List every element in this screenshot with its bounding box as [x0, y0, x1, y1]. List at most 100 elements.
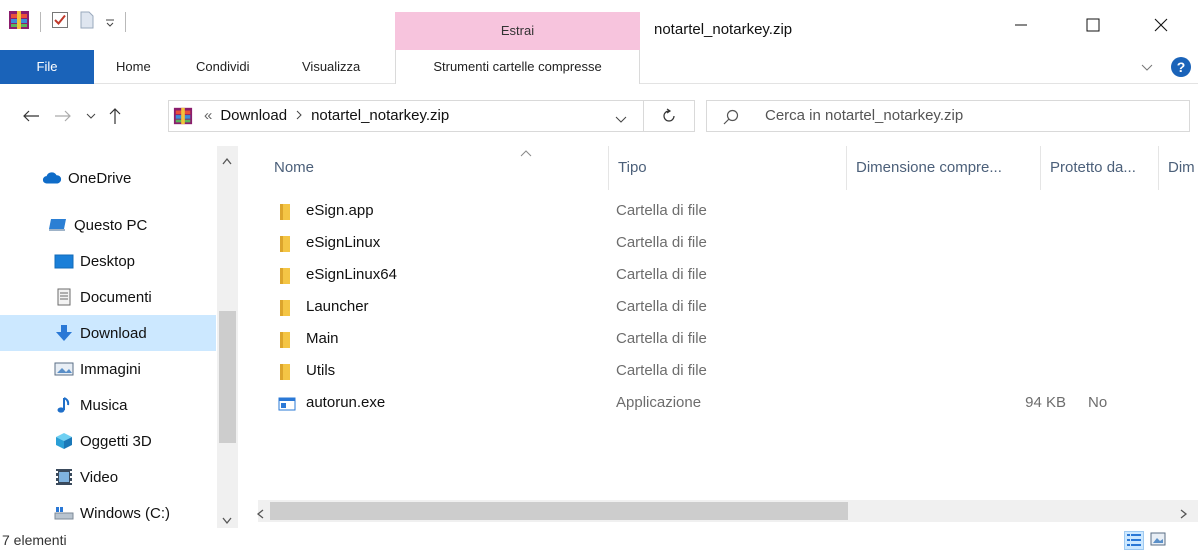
cloud-icon	[42, 168, 62, 188]
drive-icon	[54, 503, 74, 523]
breadcrumb-download[interactable]: Download	[220, 107, 287, 124]
help-icon[interactable]: ?	[1170, 56, 1192, 82]
new-folder-icon[interactable]	[79, 11, 95, 33]
item-count: 7 elementi	[2, 532, 67, 548]
application-icon	[278, 395, 296, 413]
maximize-button[interactable]	[1070, 10, 1116, 40]
properties-check-icon[interactable]	[51, 11, 69, 33]
sidebar-item-pictures[interactable]: Immagini	[0, 351, 216, 387]
minimize-button[interactable]	[998, 10, 1044, 40]
column-header-protected[interactable]: Protetto da...	[1042, 146, 1158, 190]
close-button[interactable]	[1138, 10, 1184, 40]
winrar-archive-icon	[173, 106, 193, 130]
address-history-chevron-icon[interactable]	[615, 111, 627, 128]
file-name: Launcher	[306, 298, 369, 315]
window-title: notartel_notarkey.zip	[654, 21, 793, 38]
file-name: eSignLinux64	[306, 266, 397, 283]
address-bar[interactable]: « Download notartel_notarkey.zip	[168, 100, 644, 132]
sidebar-item-3d-objects[interactable]: Oggetti 3D	[0, 423, 216, 459]
file-row[interactable]: eSignLinux Cartella di file	[268, 228, 1198, 260]
horizontal-scrollbar[interactable]	[256, 500, 1198, 523]
address-row: « Download notartel_notarkey.zip Cerca i…	[0, 84, 1198, 146]
cube-icon	[54, 431, 74, 451]
toolbar-separator	[40, 12, 41, 32]
winrar-icon[interactable]	[8, 9, 30, 35]
folder-icon	[278, 203, 296, 221]
tab-view[interactable]: Visualizza	[290, 50, 372, 84]
file-row[interactable]: Utils Cartella di file	[268, 356, 1198, 388]
sidebar-item-label: Immagini	[80, 360, 141, 378]
column-divider[interactable]	[846, 146, 847, 190]
scroll-left-arrow-icon[interactable]	[256, 506, 264, 523]
forward-button[interactable]	[52, 105, 74, 127]
file-row[interactable]: autorun.exe Applicazione 94 KB No	[268, 388, 1198, 420]
scroll-right-arrow-icon[interactable]	[1180, 506, 1188, 523]
ribbon-expand-chevron-icon[interactable]	[1140, 60, 1154, 78]
sidebar-item-download[interactable]: Download	[0, 315, 216, 351]
refresh-button[interactable]	[644, 100, 695, 132]
file-row[interactable]: eSignLinux64 Cartella di file	[268, 260, 1198, 292]
file-name: eSignLinux	[306, 234, 381, 251]
breadcrumb-separator-icon[interactable]	[295, 107, 303, 124]
context-tab-group: Estrai	[395, 12, 640, 50]
horizontal-scroll-thumb[interactable]	[270, 502, 848, 520]
tab-home[interactable]: Home	[104, 50, 163, 84]
sidebar-item-onedrive[interactable]: OneDrive	[0, 160, 216, 196]
download-icon	[54, 323, 74, 343]
recent-locations-chevron-icon[interactable]	[80, 105, 102, 127]
details-view-icon	[1127, 533, 1141, 549]
desktop-icon	[54, 251, 74, 271]
svg-text:?: ?	[1177, 59, 1186, 75]
tab-compressed-folder-tools[interactable]: Strumenti cartelle compresse	[395, 50, 640, 84]
file-name: eSign.app	[306, 202, 374, 219]
sidebar-item-music[interactable]: Musica	[0, 387, 216, 423]
scroll-up-arrow-icon[interactable]	[222, 152, 232, 169]
status-bar: 7 elementi	[0, 528, 1198, 552]
folder-icon	[278, 235, 296, 253]
sidebar-item-windows-drive[interactable]: Windows (C:)	[0, 495, 216, 531]
file-row[interactable]: Main Cartella di file	[268, 324, 1198, 356]
file-type: Cartella di file	[616, 330, 707, 347]
quick-access-toolbar	[8, 10, 132, 34]
sidebar-scrollbar[interactable]	[217, 146, 238, 528]
sidebar-item-label: Download	[80, 324, 147, 342]
music-icon	[54, 395, 74, 415]
file-row[interactable]: Launcher Cartella di file	[268, 292, 1198, 324]
tab-share[interactable]: Condividi	[184, 50, 261, 84]
large-icons-view-button[interactable]	[1148, 531, 1168, 550]
pictures-icon	[54, 359, 74, 379]
sidebar-item-documents[interactable]: Documenti	[0, 279, 216, 315]
file-row[interactable]: eSign.app Cartella di file	[268, 196, 1198, 228]
column-divider[interactable]	[608, 146, 609, 190]
customize-toolbar-chevron-icon[interactable]	[105, 14, 115, 31]
sidebar-item-video[interactable]: Video	[0, 459, 216, 495]
sidebar-item-this-pc[interactable]: Questo PC	[0, 207, 216, 243]
up-button[interactable]	[104, 105, 126, 127]
file-name: Main	[306, 330, 339, 347]
large-icons-view-icon	[1150, 532, 1166, 549]
folder-icon	[278, 267, 296, 285]
column-divider[interactable]	[1158, 146, 1159, 190]
sidebar-item-desktop[interactable]: Desktop	[0, 243, 216, 279]
breadcrumb: « Download notartel_notarkey.zip	[204, 107, 449, 124]
breadcrumb-archive[interactable]: notartel_notarkey.zip	[311, 107, 449, 124]
column-header-name[interactable]: Nome	[266, 146, 608, 190]
sidebar-item-label: OneDrive	[68, 169, 132, 187]
file-name: Utils	[306, 362, 336, 379]
title-bar: Estrai notartel_notarkey.zip	[0, 0, 1198, 50]
sidebar-item-label: Documenti	[80, 288, 152, 306]
details-view-button[interactable]	[1124, 531, 1144, 550]
scroll-down-arrow-icon[interactable]	[222, 512, 232, 529]
folder-icon	[278, 299, 296, 317]
sidebar-scroll-thumb[interactable]	[219, 311, 236, 443]
file-type: Cartella di file	[616, 298, 707, 315]
column-divider[interactable]	[1040, 146, 1041, 190]
breadcrumb-overflow[interactable]: «	[204, 107, 212, 124]
ribbon-tabs: File Home Condividi Visualizza Strumenti…	[0, 50, 1198, 84]
column-header-compressed-size[interactable]: Dimensione compre...	[848, 146, 1040, 190]
tab-file[interactable]: File	[0, 50, 94, 84]
column-header-type[interactable]: Tipo	[610, 146, 846, 190]
search-box[interactable]: Cerca in notartel_notarkey.zip	[706, 100, 1190, 132]
column-header-size[interactable]: Dim	[1160, 146, 1198, 190]
back-button[interactable]	[20, 105, 42, 127]
